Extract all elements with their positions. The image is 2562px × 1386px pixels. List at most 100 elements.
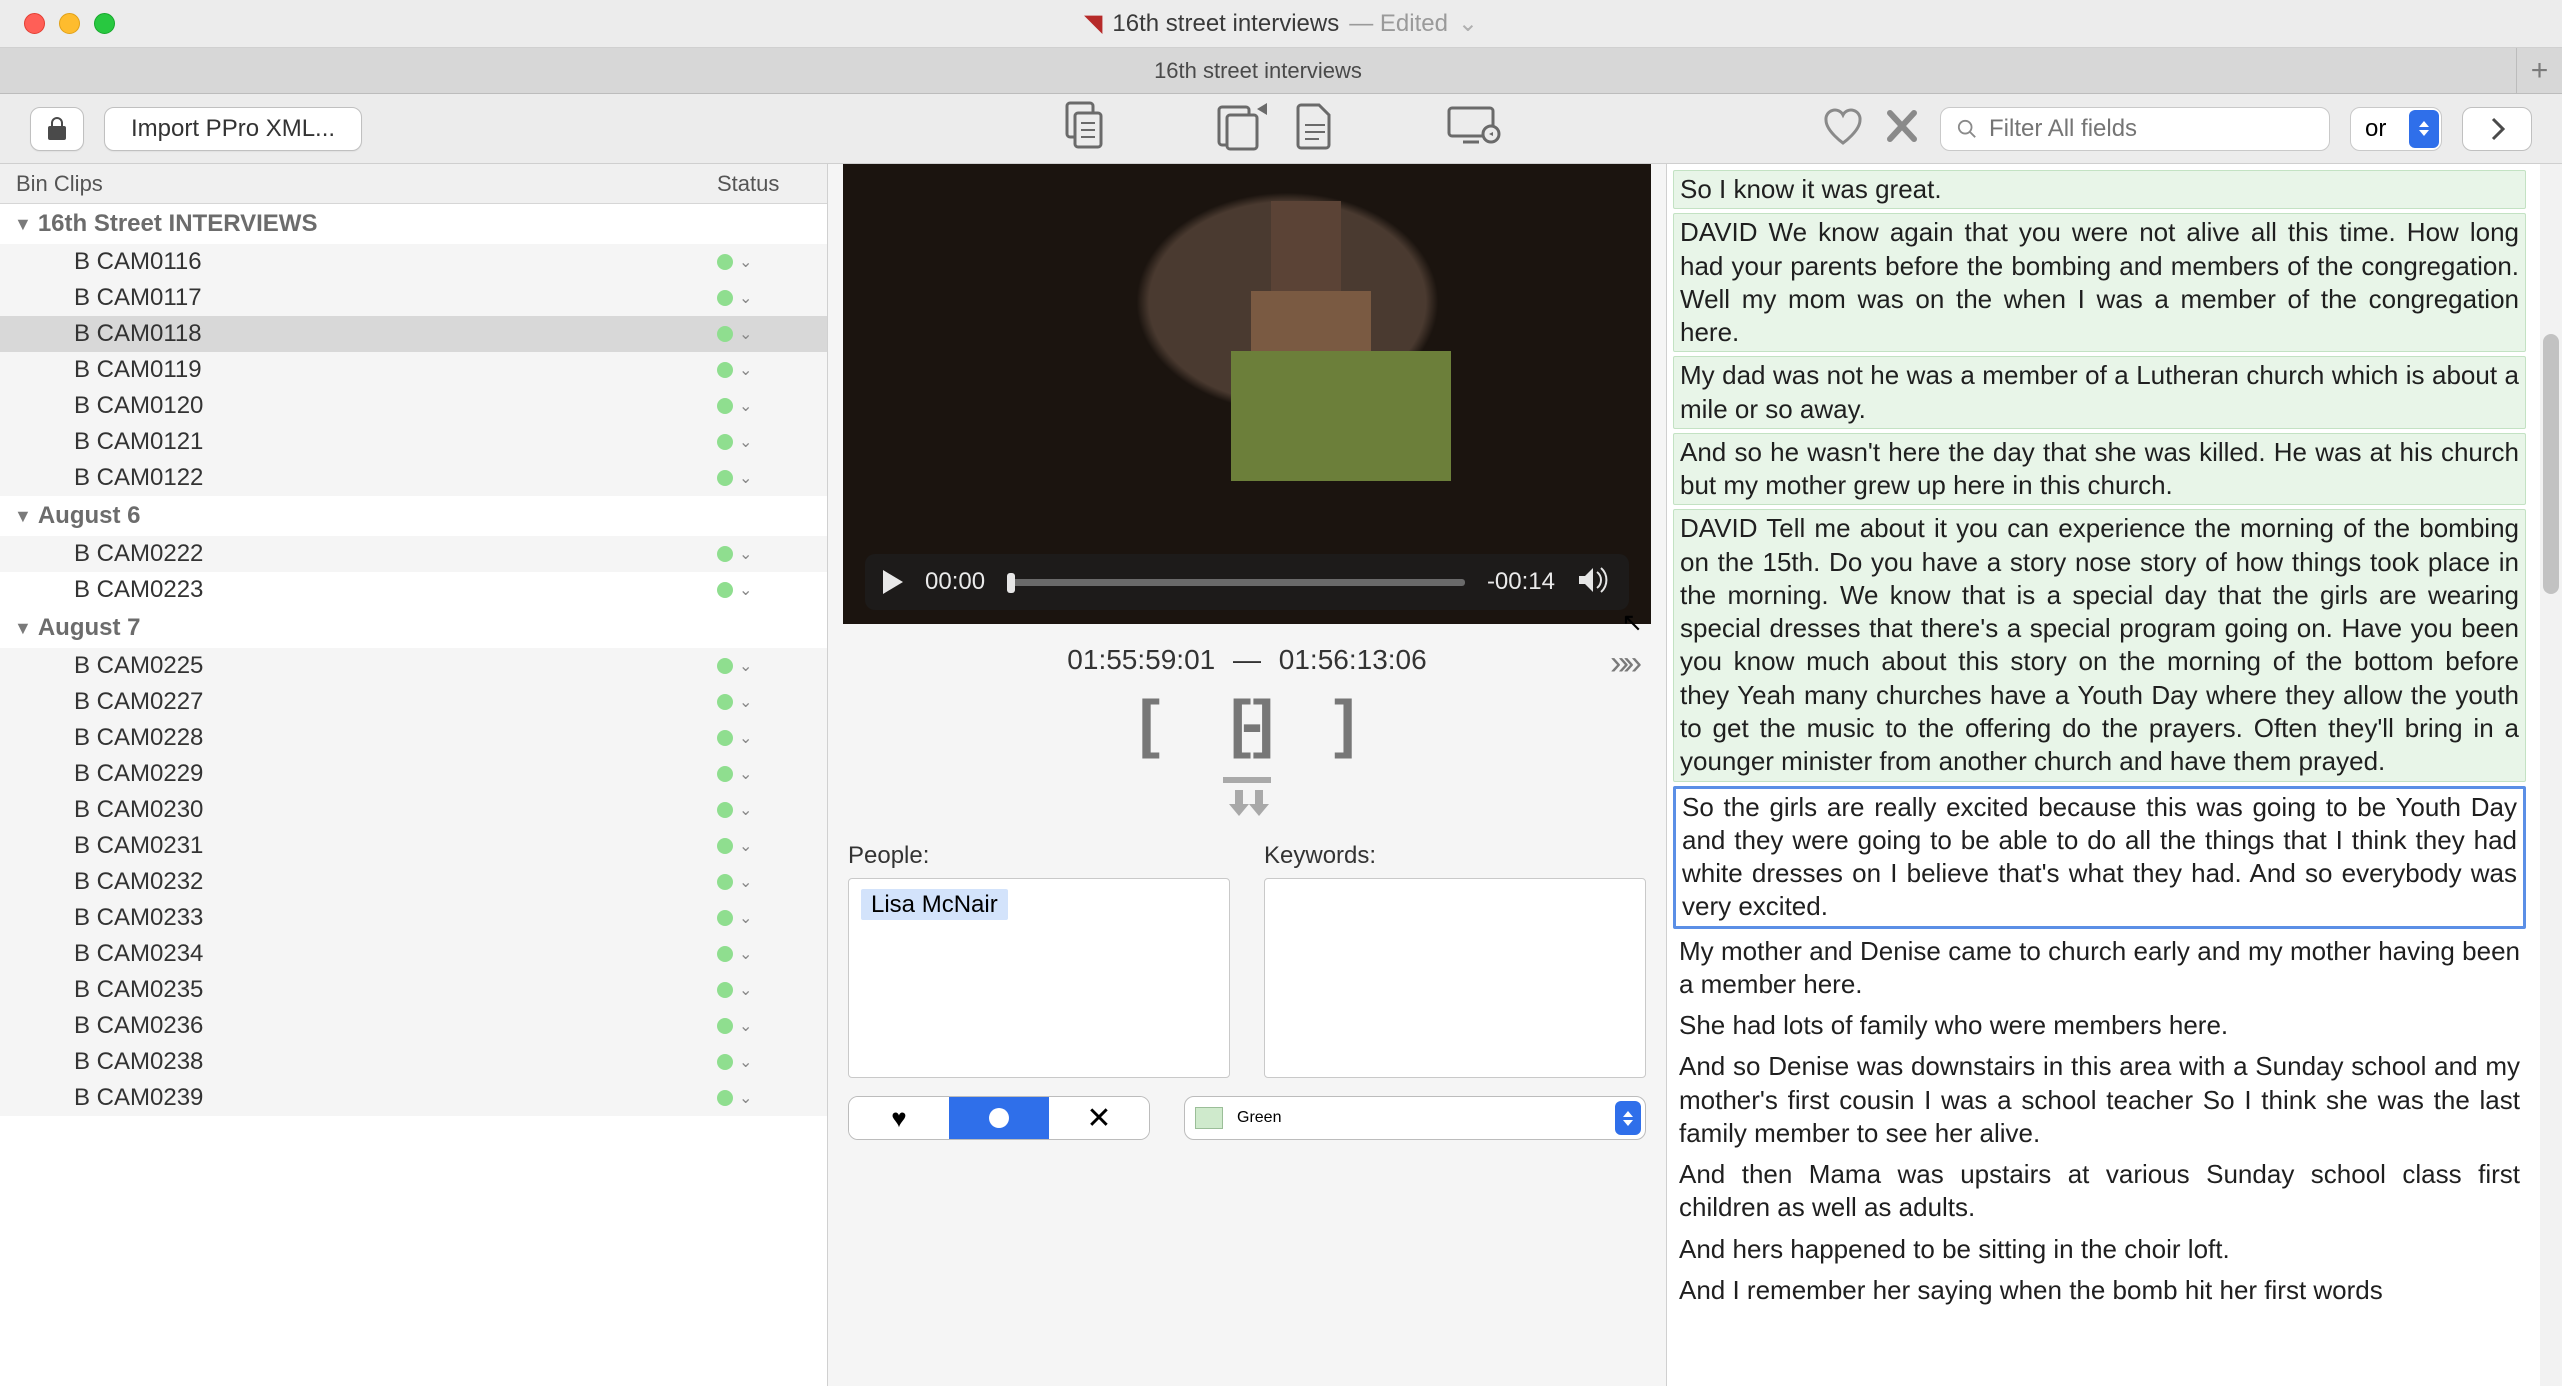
- status-cell[interactable]: ⌄: [717, 396, 827, 416]
- neutral-segment[interactable]: [949, 1097, 1049, 1139]
- clip-row[interactable]: B CAM0225⌄: [0, 648, 827, 684]
- keywords-field[interactable]: [1264, 878, 1646, 1078]
- import-xml-button[interactable]: Import PPro XML...: [104, 107, 362, 151]
- clip-row[interactable]: B CAM0119⌄: [0, 352, 827, 388]
- fast-forward-icon[interactable]: »»: [1610, 644, 1636, 683]
- clip-row[interactable]: B CAM0230⌄: [0, 792, 827, 828]
- person-tag[interactable]: Lisa McNair: [861, 889, 1008, 920]
- status-cell[interactable]: ⌄: [717, 252, 827, 272]
- clip-row[interactable]: B CAM0231⌄: [0, 828, 827, 864]
- transcript-paragraph[interactable]: DAVID Tell me about it you can experienc…: [1673, 509, 2526, 781]
- transcript-paragraph[interactable]: And then Mama was upstairs at various Su…: [1673, 1156, 2526, 1227]
- status-cell[interactable]: ⌄: [717, 544, 827, 564]
- clip-row[interactable]: B CAM0122⌄: [0, 460, 827, 496]
- tree-group-header[interactable]: ▼16th Street INTERVIEWS: [0, 204, 827, 244]
- play-button[interactable]: [883, 570, 903, 594]
- clip-row[interactable]: B CAM0238⌄: [0, 1044, 827, 1080]
- clip-row[interactable]: B CAM0118⌄: [0, 316, 827, 352]
- scrollbar-thumb[interactable]: [2543, 334, 2559, 594]
- transcript-paragraph[interactable]: My dad was not he was a member of a Luth…: [1673, 356, 2526, 429]
- transcript-paragraph[interactable]: My mother and Denise came to church earl…: [1673, 933, 2526, 1004]
- clip-row[interactable]: B CAM0236⌄: [0, 1008, 827, 1044]
- tab-main[interactable]: 16th street interviews: [0, 48, 2516, 93]
- status-cell[interactable]: ⌄: [717, 1052, 827, 1072]
- clip-row[interactable]: B CAM0116⌄: [0, 244, 827, 280]
- status-cell[interactable]: ⌄: [717, 288, 827, 308]
- logic-select[interactable]: or: [2350, 107, 2442, 151]
- forward-button[interactable]: [2462, 107, 2532, 151]
- status-cell[interactable]: ⌄: [717, 656, 827, 676]
- status-cell[interactable]: ⌄: [717, 800, 827, 820]
- scrubber[interactable]: [1007, 579, 1465, 586]
- transcript-paragraph[interactable]: She had lots of family who were members …: [1673, 1007, 2526, 1044]
- title-dropdown-icon[interactable]: ⌄: [1458, 9, 1478, 38]
- close-window-button[interactable]: [24, 13, 45, 34]
- status-cell[interactable]: ⌄: [717, 944, 827, 964]
- clip-row[interactable]: B CAM0228⌄: [0, 720, 827, 756]
- clip-row[interactable]: B CAM0121⌄: [0, 424, 827, 460]
- transcript-paragraph[interactable]: DAVID We know again that you were not al…: [1673, 213, 2526, 352]
- clip-row[interactable]: B CAM0233⌄: [0, 900, 827, 936]
- clip-row[interactable]: B CAM0239⌄: [0, 1080, 827, 1116]
- status-cell[interactable]: ⌄: [717, 836, 827, 856]
- mark-out-button[interactable]: ]: [1334, 686, 1355, 760]
- status-cell[interactable]: ⌄: [717, 980, 827, 1000]
- favorite-icon[interactable]: [1822, 107, 1864, 150]
- add-tab-button[interactable]: +: [2516, 48, 2562, 93]
- tree-group-header[interactable]: ▼August 7: [0, 608, 827, 648]
- video-preview[interactable]: 00:00 -00:14 ↖: [843, 164, 1651, 624]
- clip-row[interactable]: B CAM0229⌄: [0, 756, 827, 792]
- transcript-paragraph[interactable]: So I know it was great.: [1673, 170, 2526, 209]
- tree-group-header[interactable]: ▼August 6: [0, 496, 827, 536]
- insert-below-button[interactable]: [838, 776, 1656, 822]
- color-select[interactable]: Green: [1184, 1096, 1646, 1140]
- clip-row[interactable]: B CAM0232⌄: [0, 864, 827, 900]
- zoom-window-button[interactable]: [94, 13, 115, 34]
- clip-row[interactable]: B CAM0117⌄: [0, 280, 827, 316]
- volume-icon[interactable]: [1577, 566, 1611, 599]
- status-cell[interactable]: ⌄: [717, 728, 827, 748]
- status-cell[interactable]: ⌄: [717, 1016, 827, 1036]
- clip-row[interactable]: B CAM0120⌄: [0, 388, 827, 424]
- reject-icon[interactable]: [1884, 107, 1920, 150]
- status-cell[interactable]: ⌄: [717, 432, 827, 452]
- monitor-icon[interactable]: [1445, 104, 1501, 153]
- clip-row[interactable]: B CAM0235⌄: [0, 972, 827, 1008]
- scrollbar[interactable]: [2540, 164, 2562, 1386]
- reject-segment[interactable]: ✕: [1049, 1097, 1149, 1139]
- document-icon-toolbar[interactable]: [1295, 101, 1335, 156]
- lock-button[interactable]: [30, 107, 84, 151]
- status-cell[interactable]: ⌄: [717, 580, 827, 600]
- copy-icon[interactable]: [1061, 101, 1105, 156]
- transcript-paragraph[interactable]: And so he wasn't here the day that she w…: [1673, 433, 2526, 506]
- favorite-segment[interactable]: ♥: [849, 1097, 949, 1139]
- search-field[interactable]: [1940, 107, 2330, 151]
- status-cell[interactable]: ⌄: [717, 1088, 827, 1108]
- mark-in-button[interactable]: [: [1139, 686, 1160, 760]
- status-column-header[interactable]: Status: [717, 171, 827, 197]
- scrubber-thumb[interactable]: [1007, 573, 1015, 593]
- clip-tree[interactable]: ▼16th Street INTERVIEWSB CAM0116⌄B CAM01…: [0, 204, 827, 1386]
- status-cell[interactable]: ⌄: [717, 872, 827, 892]
- export-icon[interactable]: [1215, 101, 1271, 156]
- people-field[interactable]: Lisa McNair: [848, 878, 1230, 1078]
- status-cell[interactable]: ⌄: [717, 764, 827, 784]
- transcript-paragraph[interactable]: So the girls are really excited because …: [1673, 786, 2526, 929]
- clip-row[interactable]: B CAM0222⌄: [0, 536, 827, 572]
- status-cell[interactable]: ⌄: [717, 360, 827, 380]
- transcript-paragraph[interactable]: And hers happened to be sitting in the c…: [1673, 1231, 2526, 1268]
- clip-row[interactable]: B CAM0227⌄: [0, 684, 827, 720]
- status-cell[interactable]: ⌄: [717, 324, 827, 344]
- search-input[interactable]: [1989, 115, 2313, 143]
- transcript-paragraph[interactable]: And I remember her saying when the bomb …: [1673, 1272, 2526, 1309]
- mark-clear-button[interactable]: [‑]: [1230, 686, 1264, 760]
- bin-column-header[interactable]: Bin Clips: [0, 171, 717, 197]
- status-cell[interactable]: ⌄: [717, 692, 827, 712]
- clip-row[interactable]: B CAM0223⌄: [0, 572, 827, 608]
- status-cell[interactable]: ⌄: [717, 468, 827, 488]
- status-cell[interactable]: ⌄: [717, 908, 827, 928]
- transcript-paragraph[interactable]: And so Denise was downstairs in this are…: [1673, 1048, 2526, 1152]
- clip-row[interactable]: B CAM0234⌄: [0, 936, 827, 972]
- transcript-body[interactable]: So I know it was great. DAVID We know aga…: [1673, 170, 2552, 1309]
- minimize-window-button[interactable]: [59, 13, 80, 34]
